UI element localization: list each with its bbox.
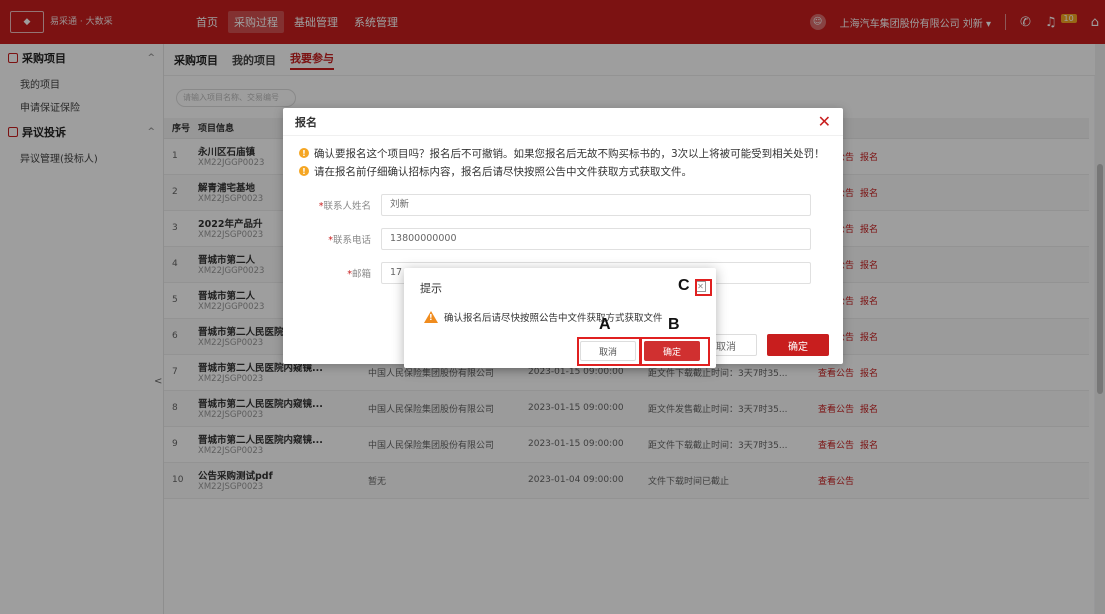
- confirm-dialog-title: 提示: [420, 282, 442, 295]
- warning-icon: !: [299, 166, 309, 176]
- confirm-message: ! 确认报名后请尽快按照公告中文件获取方式获取文件: [424, 310, 663, 324]
- annotation-label-b: B: [668, 316, 680, 333]
- highlight-box-a: [577, 337, 641, 366]
- register-dialog-header: 报名 ✕: [283, 108, 843, 136]
- warning-icon: !: [299, 148, 309, 158]
- highlight-box-c: [695, 279, 712, 296]
- contact-phone-row: *联系电话 13800000000: [283, 222, 843, 256]
- notice-2: ! 请在报名前仔细确认招标内容，报名后请尽快按照公告中文件获取方式获取文件。: [283, 162, 843, 180]
- register-dialog-title: 报名: [295, 115, 317, 129]
- register-ok-button[interactable]: 确定: [767, 334, 829, 356]
- annotation-label-a: A: [599, 316, 611, 333]
- contact-phone-input[interactable]: 13800000000: [381, 228, 811, 250]
- notice-1: ! 确认要报名这个项目吗？报名后不可撤销。如果您报名后无故不购买标书的，3次以上…: [283, 144, 843, 162]
- highlight-box-b: [640, 337, 710, 366]
- annotation-label-c: C: [678, 277, 690, 294]
- close-icon[interactable]: ✕: [818, 112, 831, 131]
- contact-name-input[interactable]: 刘新: [381, 194, 811, 216]
- contact-name-row: *联系人姓名 刘新: [283, 188, 843, 222]
- warning-icon: !: [424, 311, 438, 323]
